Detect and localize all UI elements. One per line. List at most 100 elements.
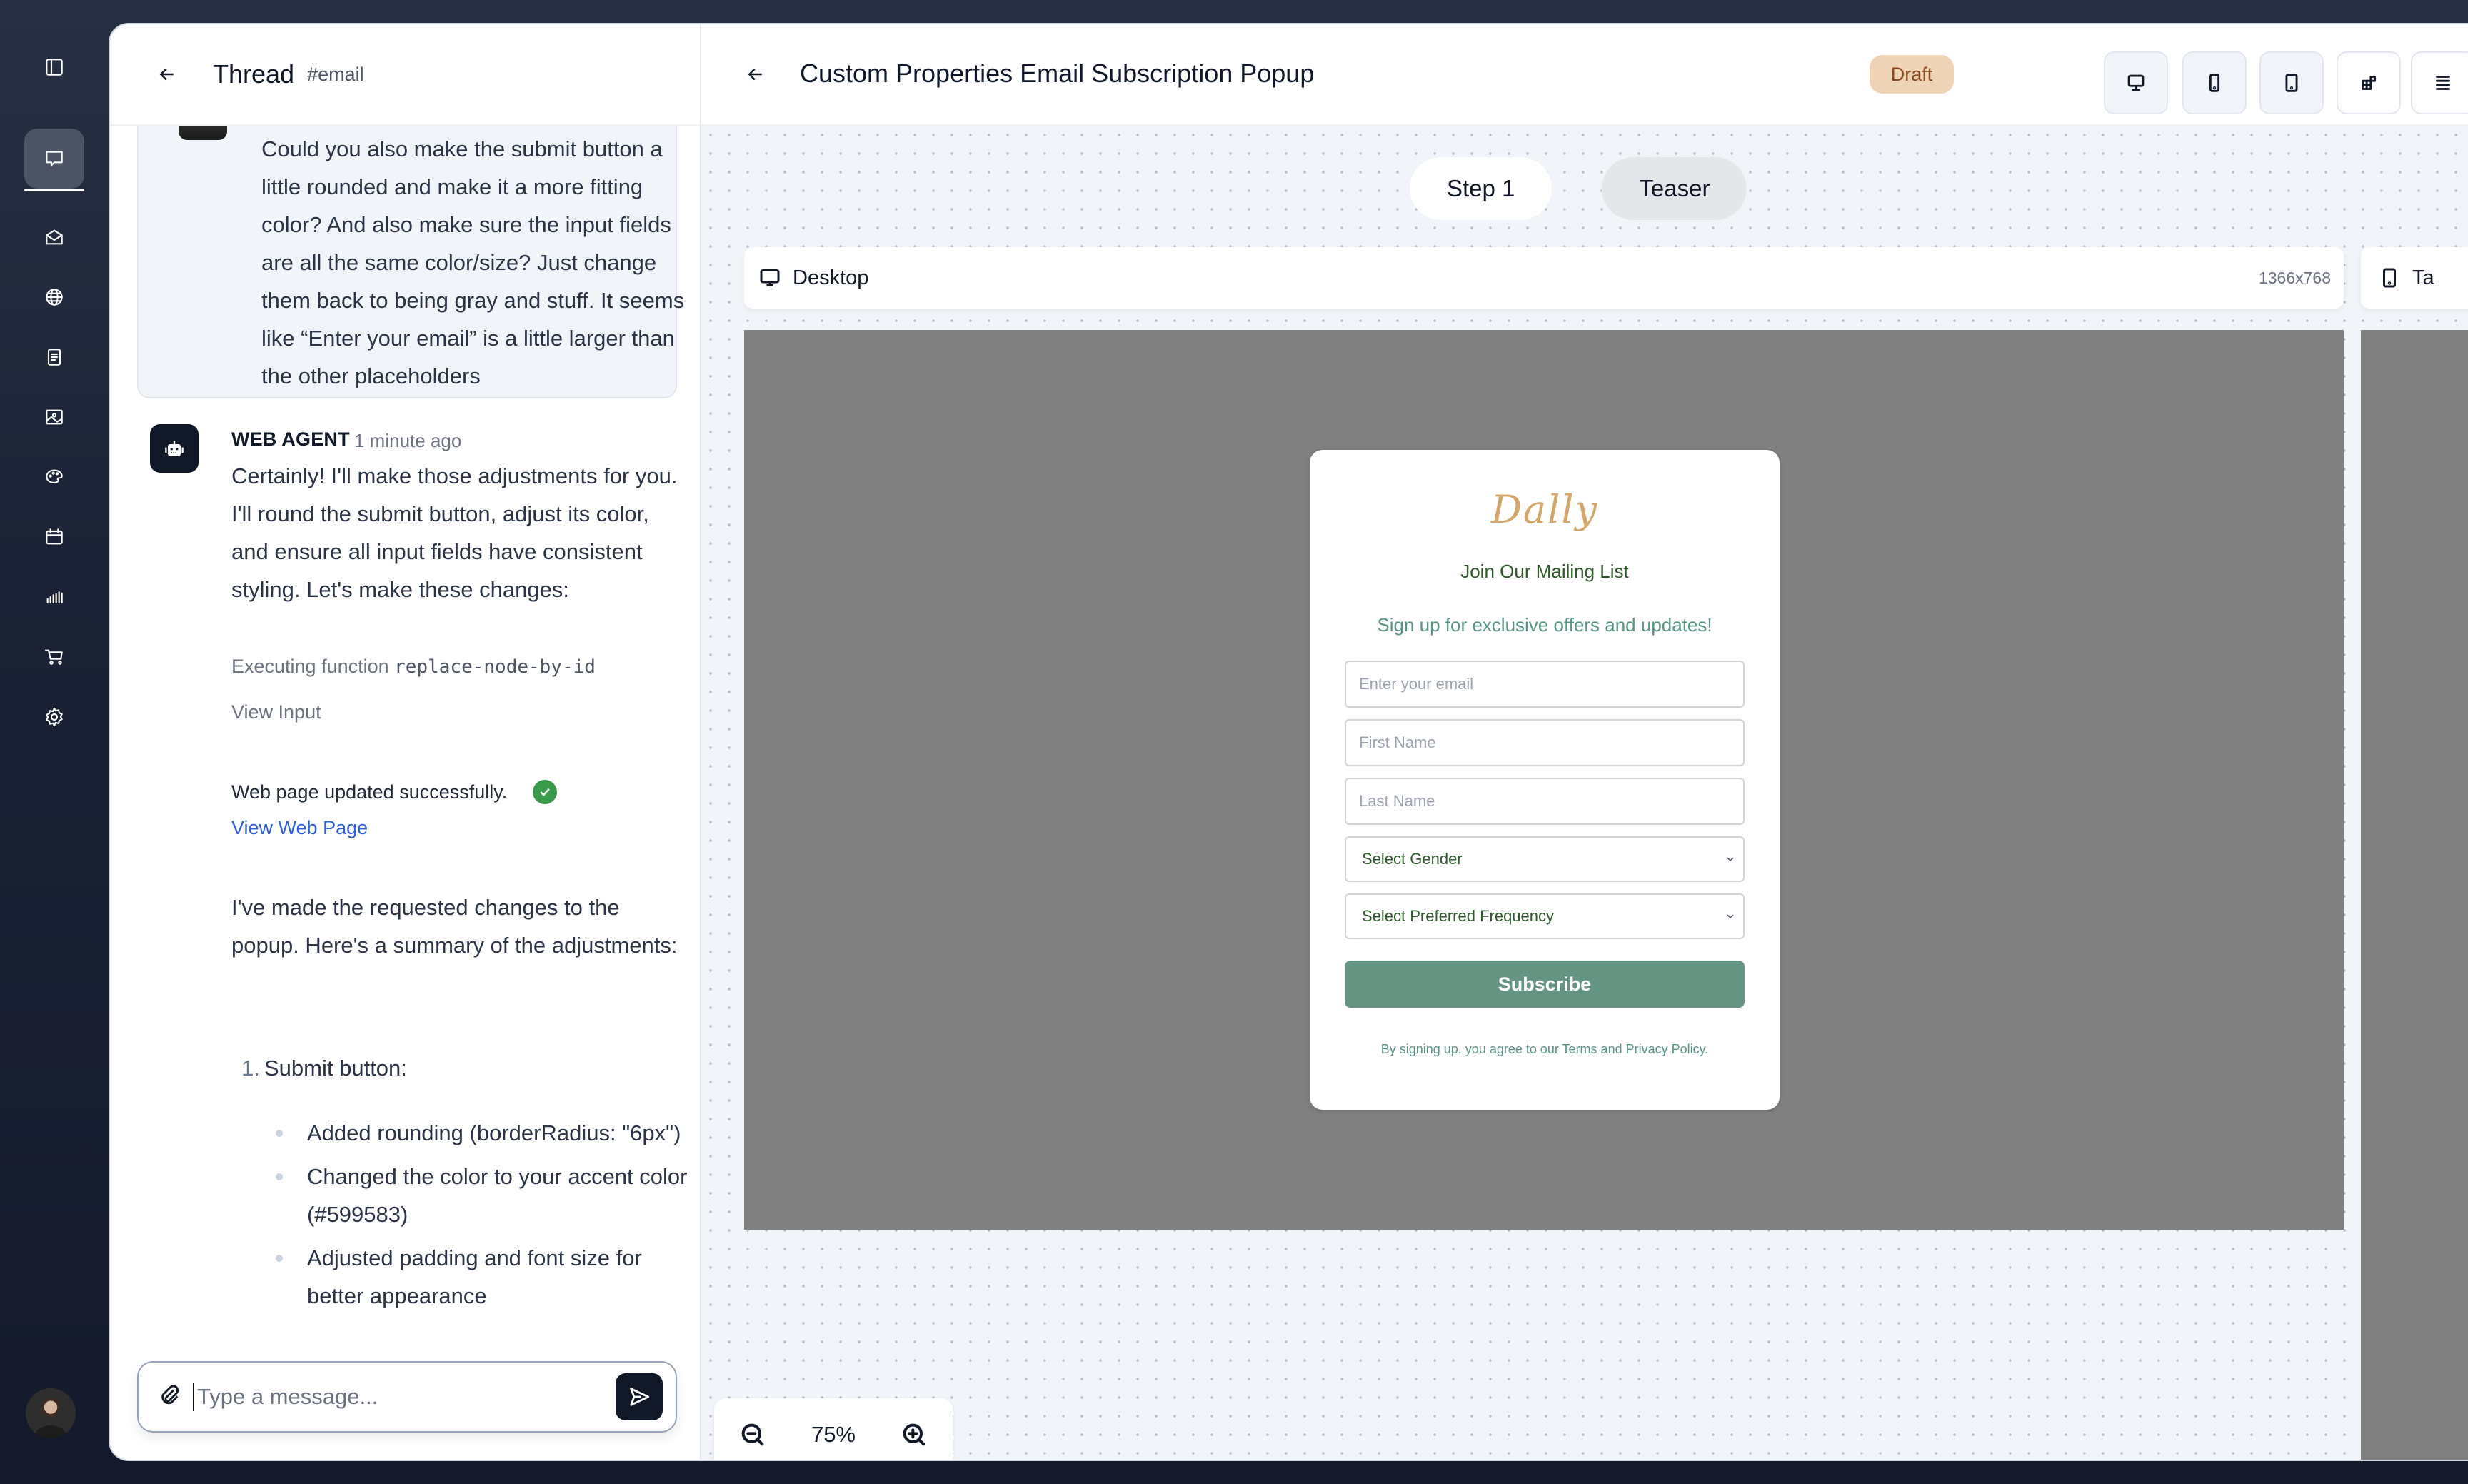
list-item-title: Submit button: [264, 1056, 407, 1081]
user-avatar[interactable] [26, 1388, 76, 1438]
thread-header: Thread #email [110, 24, 700, 126]
globe-icon [46, 289, 63, 306]
sidebar-item-brand[interactable] [24, 447, 84, 507]
tablet-preview [2361, 330, 2468, 1460]
arrow-left-icon [748, 68, 762, 81]
bullet-dot [276, 1173, 283, 1180]
gear-icon [46, 707, 63, 727]
thread-panel: Thread #email Could you also make the su… [110, 24, 701, 1460]
thread-tag: #email [307, 63, 364, 85]
status-badge: Draft [1870, 55, 1954, 94]
tab-step-1[interactable]: Step 1 [1410, 157, 1552, 220]
summary-list-item: 1. Submit button: [231, 1056, 407, 1081]
palette-icon [46, 469, 63, 484]
user-message-text: Could you also make the submit button a … [261, 136, 685, 388]
sidebar-toggle-button[interactable] [24, 37, 84, 97]
brand-logo: Dally [1490, 487, 1599, 532]
function-call-status: Executing function replace-node-by-id [231, 656, 596, 678]
gender-select-value: Select Gender [1362, 850, 1463, 868]
active-indicator [24, 189, 84, 191]
arrow-left-icon [159, 68, 174, 81]
agent-message-text: Certainly! I'll make those adjustments f… [231, 463, 678, 602]
device-resolution: 1366x768 [2258, 268, 2331, 287]
thread-title: Thread [213, 59, 295, 89]
tablet-icon [2285, 74, 2298, 92]
first-name-field[interactable] [1345, 719, 1745, 766]
design-canvas[interactable]: Step 1 Teaser Desktop 1366x768 Ta Dally … [701, 126, 2468, 1460]
monitor-icon [2127, 74, 2145, 91]
desktop-view-button[interactable] [2104, 51, 2168, 114]
menu-button[interactable] [2411, 51, 2468, 114]
sidebar-item-threads[interactable] [24, 129, 84, 189]
bullet-item: Added rounding (borderRadius: "6px") [276, 1114, 690, 1152]
sidebar-item-documents[interactable] [24, 327, 84, 387]
desktop-preview: Dally Join Our Mailing List Sign up for … [744, 330, 2344, 1230]
desktop-frame-header: Desktop 1366x768 [744, 247, 2344, 309]
blocks-icon [2362, 76, 2376, 90]
image-icon [46, 409, 63, 425]
chevron-down-icon [1727, 857, 1734, 861]
device-label: Ta [2412, 266, 2434, 289]
components-button[interactable] [2337, 51, 2401, 114]
agent-avatar [150, 424, 199, 473]
chat-icon [46, 151, 63, 166]
message-input[interactable] [193, 1383, 616, 1411]
last-name-field[interactable] [1345, 778, 1745, 825]
mobile-view-button[interactable] [2182, 51, 2247, 114]
view-web-page-link[interactable]: View Web Page [231, 817, 368, 839]
tablet-icon [2383, 268, 2396, 288]
editor-back-button[interactable] [741, 60, 770, 89]
calendar-icon [46, 528, 63, 545]
sidebar-item-settings[interactable] [24, 687, 84, 747]
mail-open-icon [46, 229, 63, 245]
send-button[interactable] [616, 1373, 663, 1420]
monitor-icon [760, 269, 780, 286]
view-input-link[interactable]: View Input [231, 701, 321, 723]
bullet-dot [276, 1130, 283, 1137]
popup-subheadline: Sign up for exclusive offers and updates… [1377, 614, 1712, 636]
agent-summary-text: I've made the requested changes to the p… [231, 895, 678, 958]
check-circle-icon [533, 780, 558, 804]
sidebar-item-calendar[interactable] [24, 507, 84, 567]
subscribe-button[interactable]: Subscribe [1345, 961, 1745, 1008]
sidebar-item-images[interactable] [24, 387, 84, 447]
paperclip-icon [161, 1385, 179, 1404]
tab-teaser[interactable]: Teaser [1602, 157, 1747, 220]
bullet-item: Adjusted padding and font size for bette… [276, 1239, 690, 1315]
subscription-popup: Dally Join Our Mailing List Sign up for … [1310, 450, 1780, 1110]
zoom-out-button[interactable] [733, 1415, 772, 1454]
zoom-controls: 75% [714, 1398, 953, 1460]
cart-icon [44, 649, 63, 665]
sidebar-item-commerce[interactable] [24, 627, 84, 687]
thread-back-button[interactable] [153, 60, 181, 89]
bullet-item: Changed the color to your accent color (… [276, 1158, 690, 1233]
attach-button[interactable] [157, 1383, 181, 1411]
app-sidebar [0, 0, 110, 1484]
zoom-in-icon [903, 1423, 925, 1446]
chevron-down-icon [1727, 914, 1734, 918]
page-title: Custom Properties Email Subscription Pop… [800, 59, 1315, 88]
frequency-select[interactable]: Select Preferred Frequency [1345, 893, 1745, 939]
editor-panel: Custom Properties Email Subscription Pop… [701, 24, 2468, 1460]
bullet-dot [276, 1255, 283, 1262]
bullet-text: Added rounding (borderRadius: "6px") [307, 1120, 681, 1145]
sidebar-item-email[interactable] [24, 207, 84, 267]
update-status-text: Web page updated successfully. [231, 781, 508, 803]
function-name: replace-node-by-id [394, 656, 596, 678]
message-list[interactable]: Could you also make the submit button a … [110, 126, 700, 1368]
editor-header: Custom Properties Email Subscription Pop… [701, 24, 2468, 126]
bullet-text: Adjusted padding and font size for bette… [307, 1245, 642, 1308]
device-label: Desktop [793, 266, 869, 289]
tablet-view-button[interactable] [2259, 51, 2324, 114]
agent-name: WEB AGENT [231, 428, 350, 450]
gender-select[interactable]: Select Gender [1345, 836, 1745, 882]
sidebar-item-web[interactable] [24, 267, 84, 327]
email-field[interactable] [1345, 661, 1745, 708]
zoom-in-button[interactable] [895, 1415, 933, 1454]
step-tabs: Step 1 Teaser [1410, 157, 1747, 220]
sidebar-item-analytics[interactable] [24, 567, 84, 627]
zoom-out-icon [741, 1423, 764, 1446]
popup-headline: Join Our Mailing List [1460, 561, 1629, 582]
summary-bullets: Added rounding (borderRadius: "6px") Cha… [276, 1114, 690, 1320]
phone-icon [2209, 74, 2220, 92]
